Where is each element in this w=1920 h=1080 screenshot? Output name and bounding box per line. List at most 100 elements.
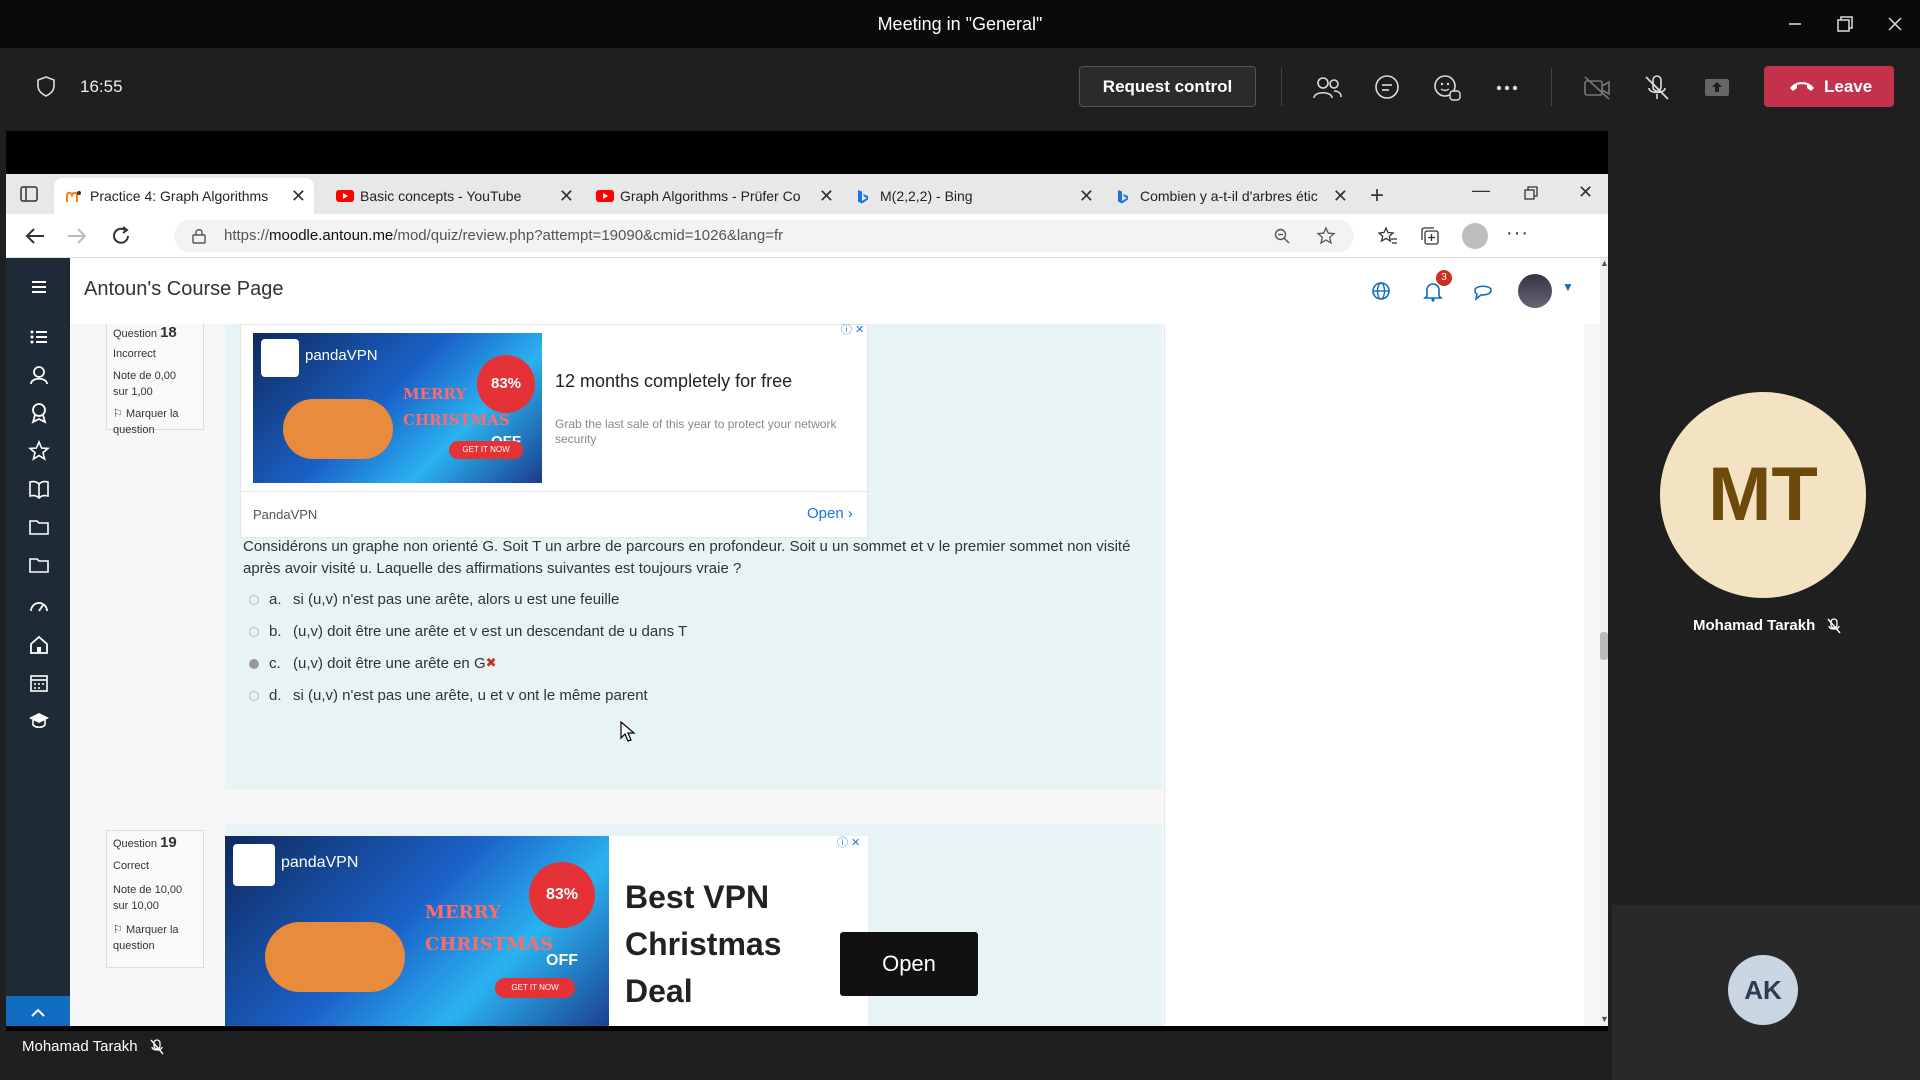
browser-menu-icon[interactable]: ··· bbox=[1506, 222, 1529, 245]
participant-avatar[interactable]: AK bbox=[1728, 955, 1798, 1025]
back-icon[interactable] bbox=[24, 225, 46, 247]
ad-open-link[interactable]: Open › bbox=[807, 505, 853, 522]
close-tab-icon[interactable]: ✕ bbox=[1333, 178, 1348, 214]
ad-merry-text: MERRY bbox=[425, 902, 501, 923]
browser-tab[interactable]: M(2,2,2) - Bing ✕ bbox=[844, 178, 1102, 214]
profile-icon[interactable] bbox=[1462, 223, 1488, 249]
messages-icon[interactable] bbox=[1472, 280, 1494, 302]
browser-tab[interactable]: Graph Algorithms - Prüfer Co ✕ bbox=[584, 178, 842, 214]
collections-icon[interactable] bbox=[1420, 226, 1440, 246]
answer-radio-selected[interactable] bbox=[249, 659, 259, 670]
answer-option[interactable]: d. si (u,v) n'est pas une arête, u et v o… bbox=[249, 687, 648, 704]
ad-info-close-icon[interactable]: ⓘ ✕ bbox=[837, 834, 860, 850]
more-options-icon[interactable] bbox=[1491, 72, 1523, 104]
ad-brand-logo: pandaVPN bbox=[281, 854, 359, 871]
minimize-icon[interactable] bbox=[1780, 10, 1810, 38]
question-label: Question bbox=[113, 328, 158, 340]
leave-button[interactable]: Leave bbox=[1764, 66, 1894, 107]
scroll-to-top-button[interactable] bbox=[6, 996, 70, 1026]
close-tab-icon[interactable]: ✕ bbox=[559, 178, 574, 214]
right-blocks-column bbox=[1164, 324, 1584, 1026]
forward-icon[interactable] bbox=[66, 225, 88, 247]
scroll-up-icon[interactable]: ▲ bbox=[1600, 258, 1608, 268]
competencies-star-icon[interactable] bbox=[28, 440, 50, 462]
answer-option-selected[interactable]: c. (u,v) doit être une arête en G✖ bbox=[249, 655, 497, 672]
advertisement[interactable]: pandaVPN 83% OFF MERRY CHRISTMAS GET IT … bbox=[240, 324, 869, 538]
ad-discount-badge: 83% OFF bbox=[477, 355, 535, 450]
answer-radio[interactable] bbox=[249, 691, 259, 702]
ad-open-button[interactable]: Open bbox=[840, 932, 978, 996]
participants-nav-icon[interactable] bbox=[28, 364, 50, 386]
question-text: Considérons un graphe non orienté G. Soi… bbox=[243, 538, 1131, 577]
browser-tab[interactable]: Basic concepts - YouTube ✕ bbox=[324, 178, 582, 214]
grades-book-icon[interactable] bbox=[28, 478, 50, 500]
mic-off-icon[interactable] bbox=[1641, 72, 1673, 104]
advertisement[interactable]: pandaVPN 83% OFF MERRY CHRISTMAS GET IT … bbox=[225, 834, 978, 1026]
ad-image[interactable]: pandaVPN 83% OFF MERRY CHRISTMAS GET IT … bbox=[253, 333, 542, 483]
question-grade-line1: Note de 0,00 bbox=[113, 370, 176, 382]
chat-icon[interactable] bbox=[1371, 72, 1403, 104]
user-menu-caret-icon[interactable]: ▼ bbox=[1562, 280, 1574, 294]
incorrect-mark-icon: ✖ bbox=[485, 655, 497, 670]
browser-minimize-icon[interactable]: — bbox=[1472, 180, 1490, 201]
courses-cap-icon[interactable] bbox=[28, 710, 50, 732]
tab-label: Graph Algorithms - Prüfer Co bbox=[620, 188, 800, 204]
flag-icon: ⚐ bbox=[113, 408, 123, 420]
request-control-button[interactable]: Request control bbox=[1079, 66, 1256, 107]
reactions-icon[interactable] bbox=[1431, 72, 1463, 104]
close-tab-icon[interactable]: ✕ bbox=[1079, 178, 1094, 214]
answer-radio[interactable] bbox=[249, 595, 259, 606]
folder-icon[interactable] bbox=[28, 554, 50, 576]
close-window-icon[interactable] bbox=[1880, 10, 1910, 38]
tab-actions-icon[interactable] bbox=[20, 186, 38, 202]
browser-tab[interactable]: Practice 4: Graph Algorithms ✕ bbox=[54, 178, 314, 214]
hang-up-icon bbox=[1788, 76, 1816, 96]
close-tab-icon[interactable]: ✕ bbox=[291, 178, 306, 214]
add-favorite-icon[interactable] bbox=[1316, 226, 1336, 246]
ad-advertiser: PandaVPN bbox=[253, 507, 318, 522]
dashboard-icon[interactable] bbox=[28, 596, 50, 618]
url-field[interactable]: https://moodle.antoun.me/mod/quiz/review… bbox=[174, 220, 1354, 252]
answer-option[interactable]: b. (u,v) doit être une arête et v est un … bbox=[249, 623, 687, 640]
reindeer-illustration bbox=[265, 922, 405, 992]
browser-restore-icon[interactable] bbox=[1524, 186, 1538, 200]
camera-off-icon[interactable] bbox=[1581, 72, 1613, 104]
scroll-down-icon[interactable]: ▼ bbox=[1600, 1014, 1608, 1024]
badges-icon[interactable] bbox=[28, 402, 50, 424]
zoom-icon[interactable] bbox=[1274, 228, 1290, 244]
answer-radio[interactable] bbox=[249, 627, 259, 638]
browser-tab[interactable]: Combien y a-t-il d'arbres étic ✕ bbox=[1104, 178, 1356, 214]
home-icon[interactable] bbox=[28, 634, 50, 656]
page-scrollbar[interactable]: ▲ ▼ bbox=[1600, 258, 1608, 1026]
ad-info-close-icon[interactable]: ⓘ ✕ bbox=[841, 324, 864, 337]
lock-icon[interactable] bbox=[192, 228, 206, 244]
language-globe-icon[interactable] bbox=[1370, 280, 1392, 302]
folder-icon[interactable] bbox=[28, 516, 50, 538]
calendar-icon[interactable] bbox=[28, 672, 50, 694]
participant-avatar[interactable]: MT bbox=[1660, 392, 1866, 598]
quiz-review-content: Question 18 Incorrect Note de 0,00 sur 1… bbox=[70, 324, 1600, 1026]
meeting-toolbar: 16:55 Request control Leave bbox=[0, 48, 1920, 128]
new-tab-icon[interactable]: + bbox=[1370, 182, 1384, 210]
user-avatar[interactable] bbox=[1518, 274, 1552, 308]
ad-get-it-now[interactable]: GET IT NOW bbox=[449, 441, 523, 459]
restore-icon[interactable] bbox=[1830, 10, 1860, 38]
site-name[interactable]: Antoun's Course Page bbox=[84, 278, 284, 301]
window-title: Meeting in "General" bbox=[877, 14, 1043, 34]
participants-icon[interactable] bbox=[1311, 72, 1343, 104]
ad-get-it-now[interactable]: GET IT NOW bbox=[495, 978, 575, 998]
ad-image[interactable]: pandaVPN 83% OFF MERRY CHRISTMAS GET IT … bbox=[225, 836, 609, 1026]
flag-question-link[interactable]: ⚐ Marquer la question bbox=[113, 922, 197, 954]
flag-question-link[interactable]: ⚐ Marquer la question bbox=[113, 406, 197, 438]
list-icon[interactable] bbox=[28, 326, 50, 348]
ad-headline: Best VPN Christmas Deal bbox=[625, 879, 782, 1009]
scroll-thumb[interactable] bbox=[1600, 632, 1608, 660]
ad-merry-text: MERRY bbox=[403, 385, 467, 403]
answer-option[interactable]: a. si (u,v) n'est pas une arête, alors u … bbox=[249, 591, 619, 608]
refresh-icon[interactable] bbox=[110, 225, 132, 247]
close-tab-icon[interactable]: ✕ bbox=[819, 178, 834, 214]
browser-close-icon[interactable]: ✕ bbox=[1578, 182, 1593, 203]
share-screen-icon[interactable] bbox=[1701, 72, 1733, 104]
favorites-icon[interactable] bbox=[1378, 226, 1398, 246]
hamburger-menu-icon[interactable] bbox=[28, 276, 50, 298]
